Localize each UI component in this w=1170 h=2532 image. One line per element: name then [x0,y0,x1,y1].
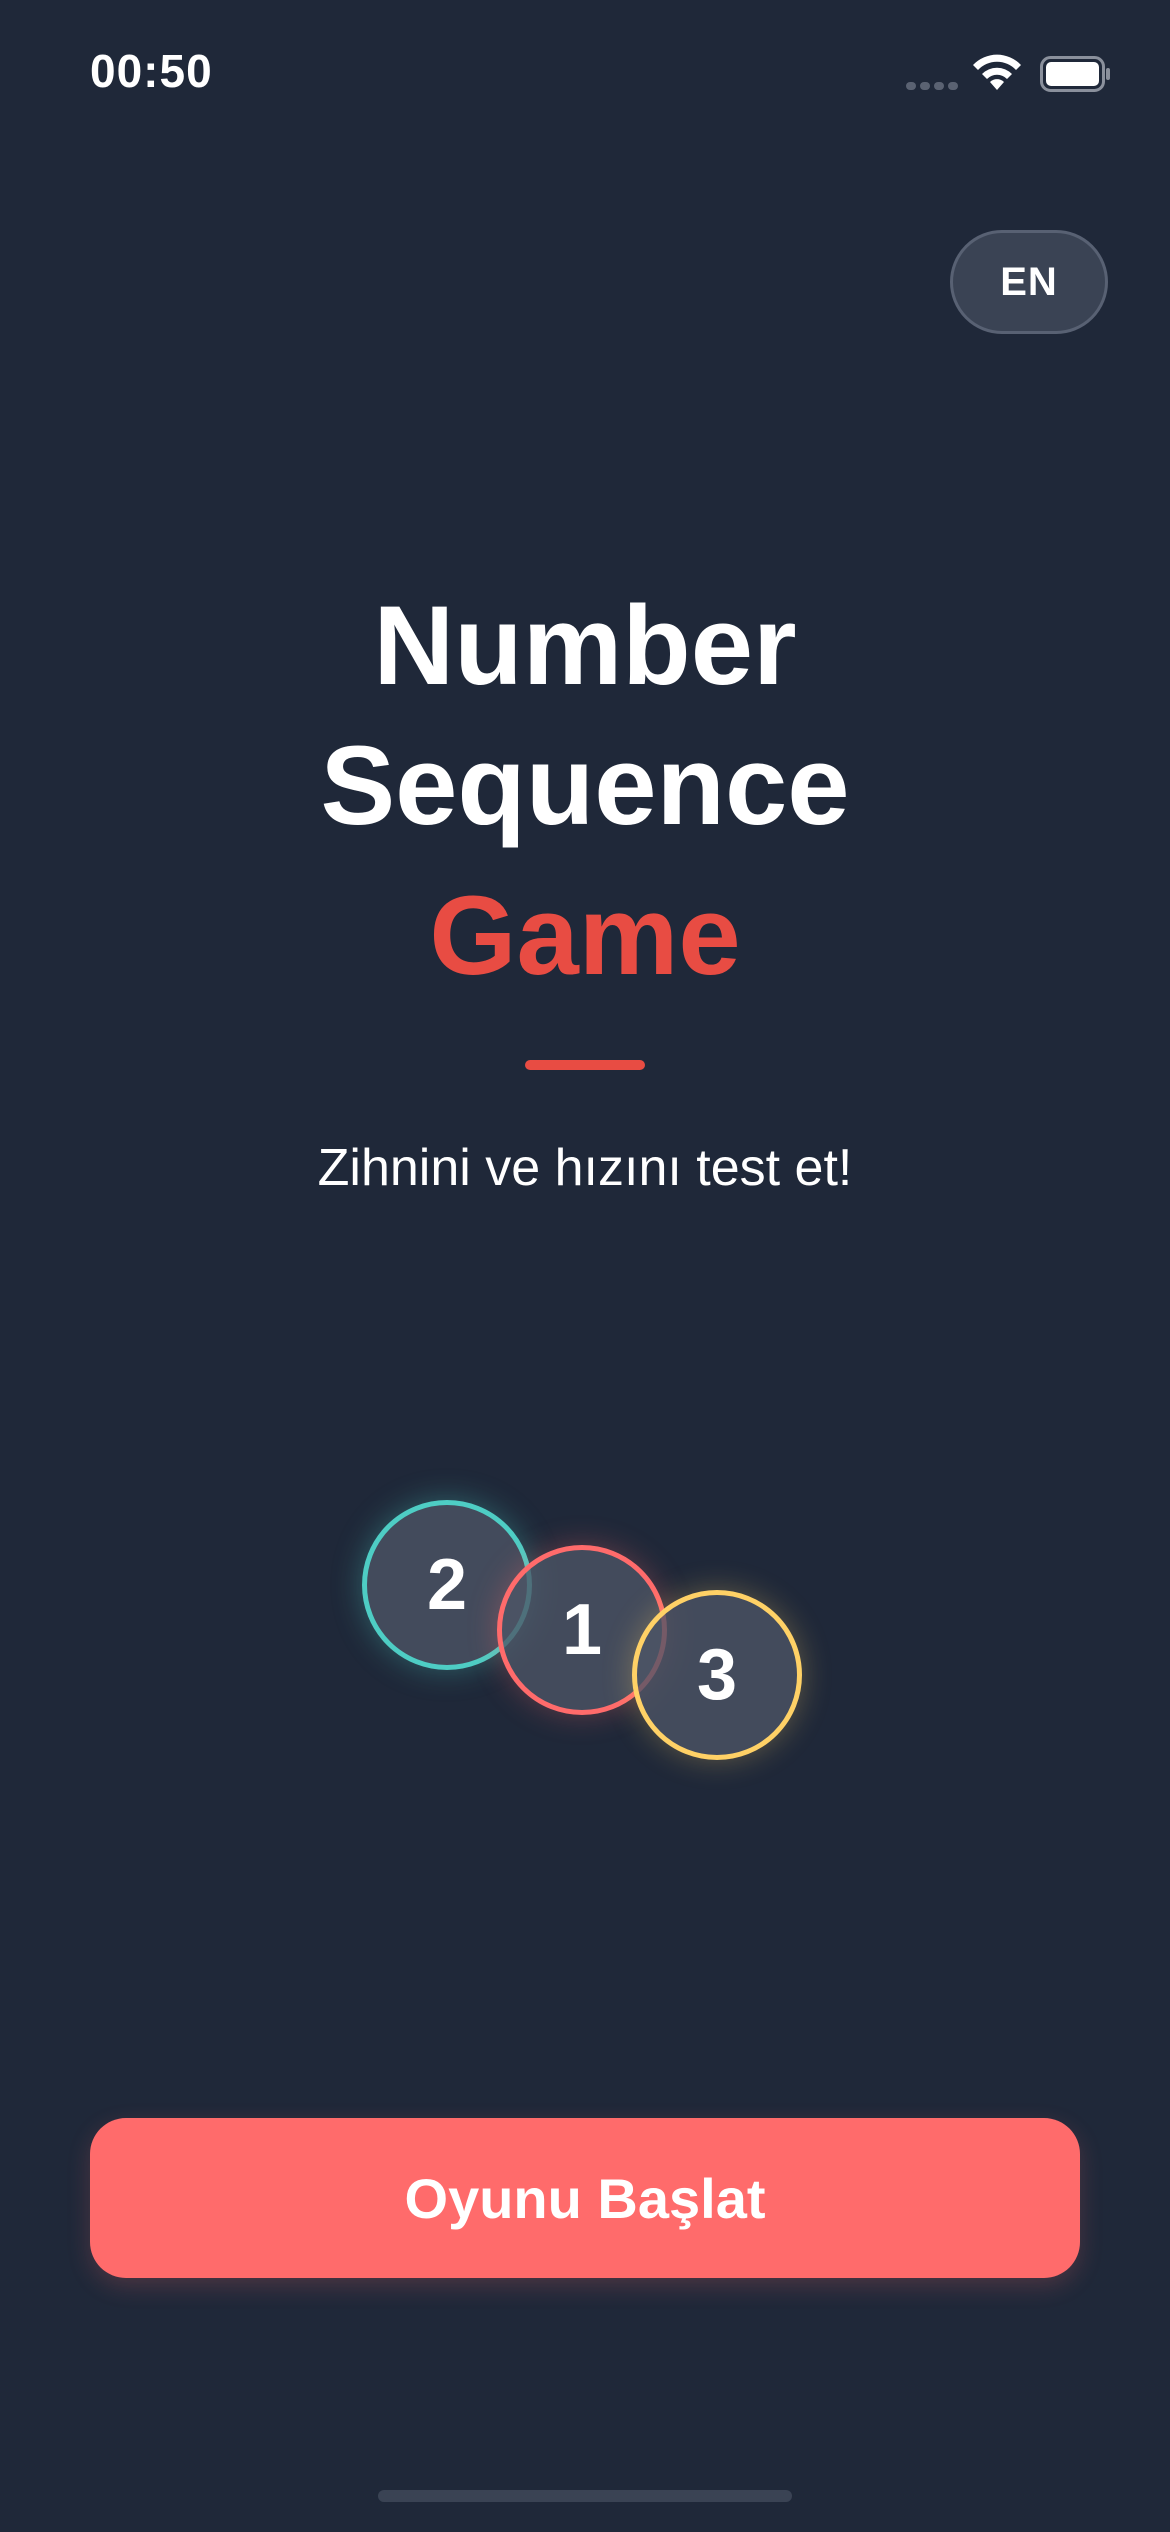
home-indicator[interactable] [378,2490,792,2502]
start-game-button[interactable]: Oyunu Başlat [90,2118,1080,2278]
title-divider [525,1060,645,1070]
subtitle: Zihnini ve hızını test et! [317,1139,853,1197]
title-line-2: Sequence [320,723,850,848]
app-screen: 00:50 EN Number Sequence Game Zihnini ve… [0,0,1170,2532]
title-line-3: Game [429,873,741,998]
title-line-1: Number [373,583,797,708]
status-time: 00:50 [90,45,213,97]
battery-icon [1040,56,1110,92]
wifi-icon [973,54,1021,90]
signal-icon [906,82,960,92]
number-circle-3: 3 [632,1590,802,1760]
language-toggle-button[interactable]: EN [950,230,1108,334]
